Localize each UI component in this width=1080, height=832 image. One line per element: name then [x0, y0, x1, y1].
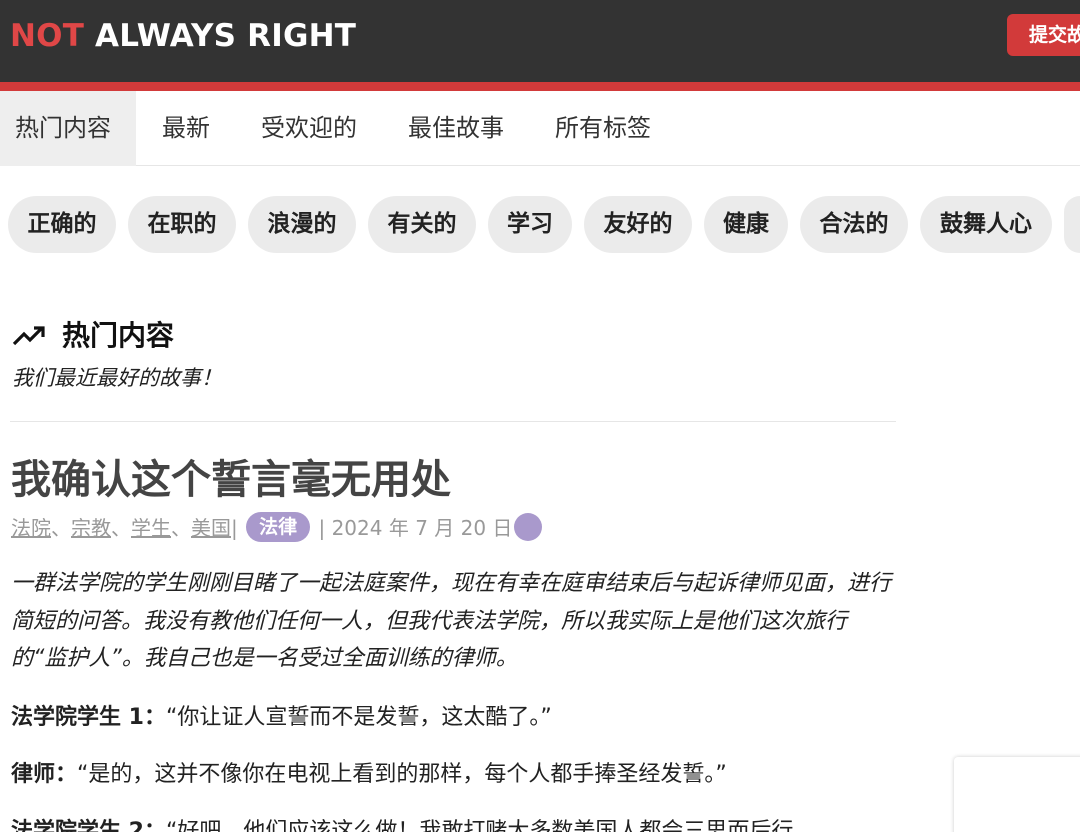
trending-up-icon	[12, 326, 45, 346]
dialogue-line: 法学院学生 1：“你让证人宣誓而不是发誓，这太酷了。”	[11, 700, 1011, 736]
dialogue-text: “好吧，他们应该这么做！我敢打赌大多数美国人都会三思而后行	[165, 819, 794, 832]
dialogue-text: “你让证人宣誓而不是发誓，这太酷了。”	[165, 705, 552, 730]
tab-latest[interactable]: 最新	[162, 91, 210, 166]
logo-always-right: ALWAYS RIGHT	[95, 18, 357, 54]
section-divider	[10, 421, 896, 422]
chip-related[interactable]: 有关的	[368, 196, 476, 253]
article-intro: 一群法学院的学生刚刚目睹了一起法庭案件，现在有幸在庭审结束后与起诉律师见面，进行…	[11, 571, 892, 671]
speaker-label: 律师：	[11, 762, 78, 787]
article-meta: 法院、宗教、学生、美国| 法律 | 2024 年 7 月 20 日	[11, 510, 543, 546]
chip-friendly[interactable]: 友好的	[584, 196, 692, 253]
section-subtitle: 我们最近最好的故事！	[12, 366, 222, 390]
header-accent-line	[0, 82, 1080, 91]
tab-best-stories[interactable]: 最佳故事	[408, 91, 504, 166]
submit-story-button[interactable]: 提交故事	[1007, 14, 1080, 56]
speaker-label: 法学院学生 1：	[11, 705, 166, 730]
tab-all-tags[interactable]: 所有标签	[555, 91, 651, 166]
site-logo[interactable]: NOT ALWAYS RIGHT	[10, 16, 356, 56]
chip-learning[interactable]: 学习	[488, 196, 572, 253]
article-title[interactable]: 我确认这个誓言毫无用处	[11, 452, 451, 508]
article-date: 2024 年 7 月 20 日	[331, 516, 513, 540]
floating-ad-box	[954, 757, 1080, 832]
chip-legal[interactable]: 合法的	[800, 196, 908, 253]
tag-link-court[interactable]: 法院	[11, 516, 51, 540]
logo-not: NOT	[10, 18, 85, 54]
dialogue-text: “是的，这并不像你在电视上看到的那样，每个人都手捧圣经发誓。”	[77, 762, 727, 787]
tag-link-usa[interactable]: 美国	[191, 516, 231, 540]
chip-at-work[interactable]: 在职的	[128, 196, 236, 253]
chip-inspiring[interactable]: 鼓舞人心	[920, 196, 1052, 253]
tag-link-students[interactable]: 学生	[131, 516, 171, 540]
dialogue-line: 法学院学生 2：“好吧，他们应该这么做！我敢打赌大多数美国人都会三思而后行	[11, 814, 1011, 832]
speaker-label: 法学院学生 2：	[11, 819, 166, 832]
site-header: NOT ALWAYS RIGHT 提交故事	[0, 0, 1080, 82]
chip-health[interactable]: 健康	[704, 196, 788, 253]
section-title: 热门内容	[62, 319, 175, 352]
tab-hot[interactable]: 热门内容	[0, 91, 136, 166]
author-avatar[interactable]	[514, 513, 543, 541]
nav-tabs: 热门内容 最新 受欢迎的 最佳故事 所有标签	[0, 91, 1080, 166]
chip-correct[interactable]: 正确的	[8, 196, 116, 253]
tag-link-religion[interactable]: 宗教	[71, 516, 111, 540]
category-badge[interactable]: 法律	[246, 512, 311, 542]
dialogue-line: 律师：“是的，这并不像你在电视上看到的那样，每个人都手捧圣经发誓。”	[11, 757, 1011, 793]
tab-popular[interactable]: 受欢迎的	[261, 91, 357, 166]
chip-romantic[interactable]: 浪漫的	[248, 196, 356, 253]
chip-next-partial[interactable]	[1064, 196, 1080, 253]
